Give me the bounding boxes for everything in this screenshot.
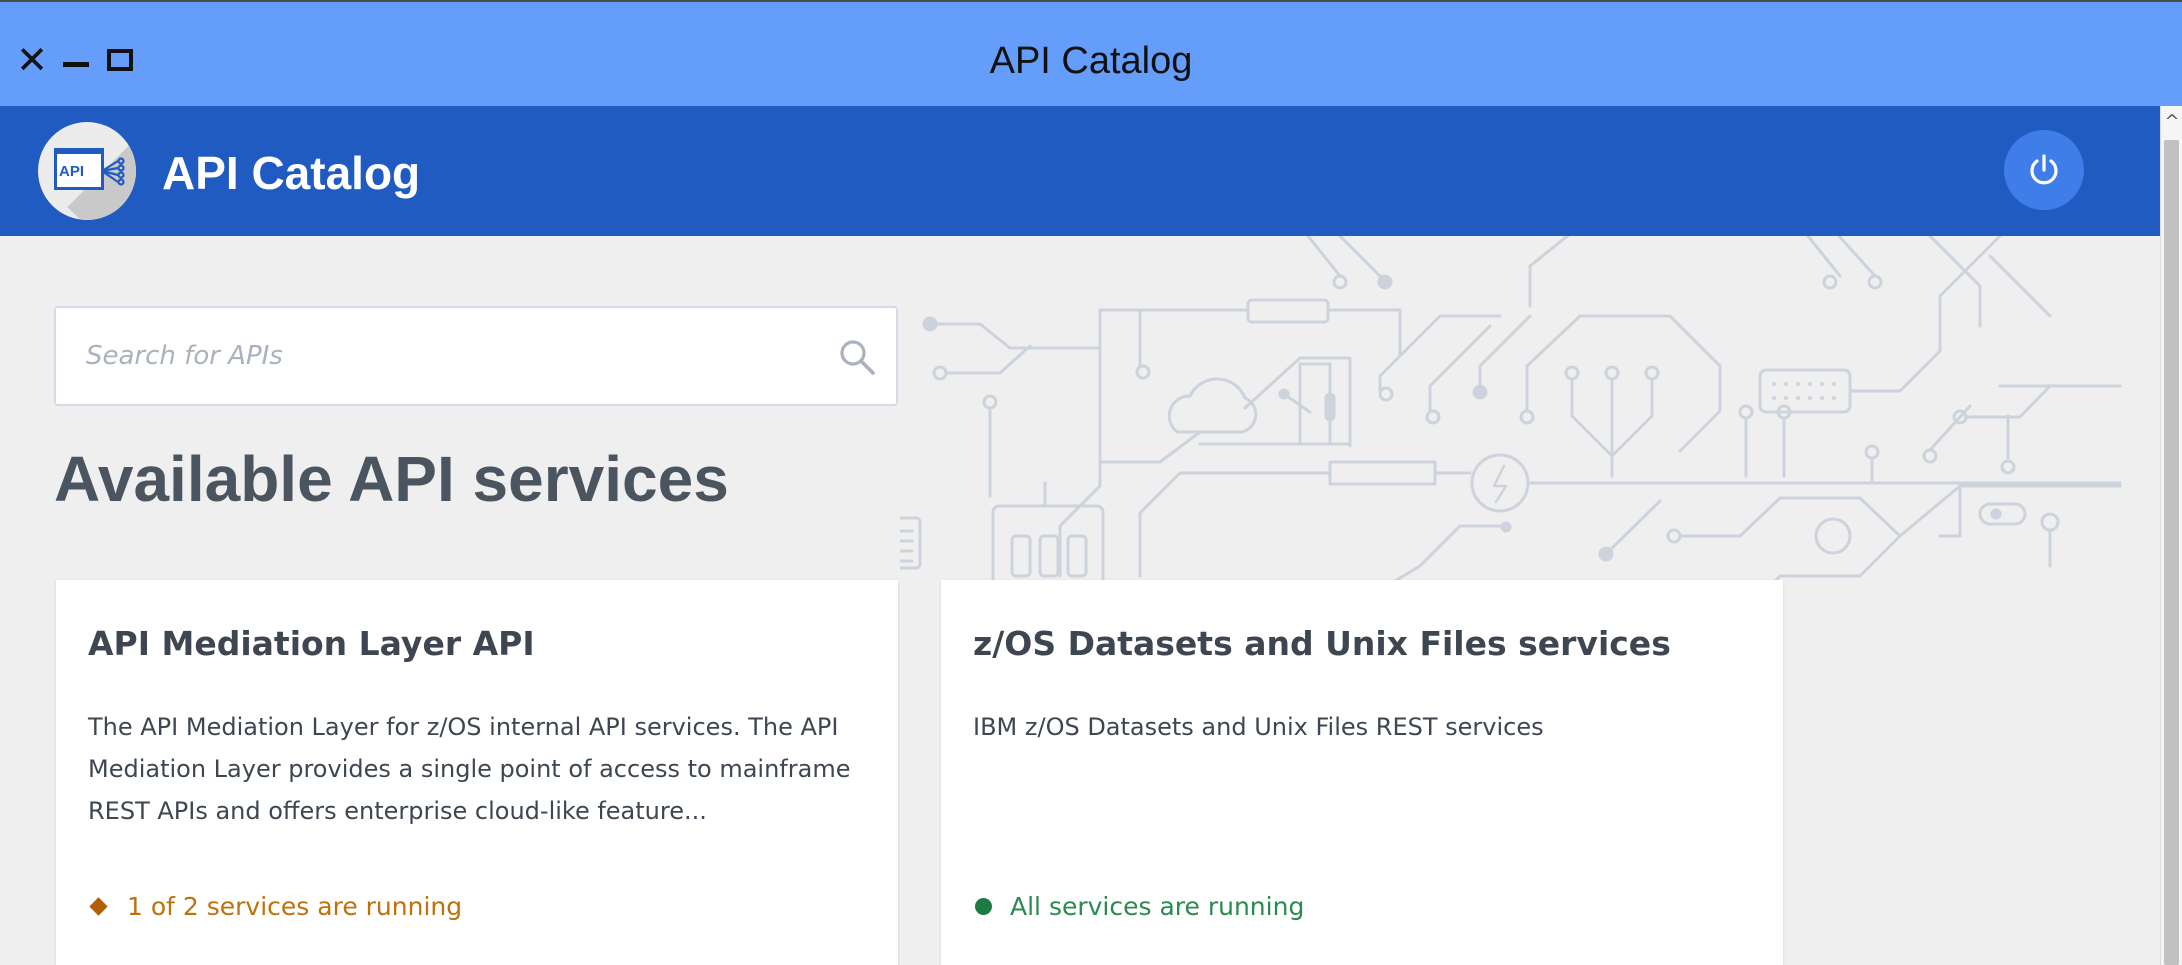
search-box[interactable] xyxy=(54,306,898,406)
logo-text: API xyxy=(59,163,85,180)
vertical-scrollbar[interactable]: ^ xyxy=(2160,106,2182,965)
app-title: API Catalog xyxy=(162,147,421,199)
page-title: Available API services xyxy=(54,443,729,515)
power-icon xyxy=(2030,154,2058,185)
search-icon[interactable] xyxy=(836,336,878,378)
logout-button[interactable] xyxy=(2004,130,2084,210)
success-dot-icon xyxy=(975,898,992,915)
scroll-thumb[interactable] xyxy=(2164,140,2179,965)
scroll-up-arrow-icon[interactable]: ^ xyxy=(2161,106,2182,136)
window-title: API Catalog xyxy=(989,40,1193,82)
logo-network-icon xyxy=(101,157,125,186)
window-titlebar: ✕ API Catalog xyxy=(0,0,2182,106)
card-description: IBM z/OS Datasets and Unix Files REST se… xyxy=(973,713,1544,741)
search-input[interactable] xyxy=(84,308,824,404)
card-status-text: 1 of 2 services are running xyxy=(127,892,463,921)
card-title: API Mediation Layer API xyxy=(88,624,535,663)
main-content: Available API services API Mediation Lay… xyxy=(0,236,2160,965)
service-card-zos-datasets[interactable]: z/OS Datasets and Unix Files services IB… xyxy=(941,580,1783,965)
card-status: 1 of 2 services are running xyxy=(88,892,462,921)
card-description: The API Mediation Layer for z/OS interna… xyxy=(88,713,851,825)
card-title: z/OS Datasets and Unix Files services xyxy=(973,624,1671,663)
api-catalog-logo[interactable]: API xyxy=(38,122,136,220)
service-card-api-mediation-layer[interactable]: API Mediation Layer API The API Mediatio… xyxy=(56,580,898,965)
card-status-text: All services are running xyxy=(1010,892,1305,921)
card-status: All services are running xyxy=(973,892,1304,921)
app-header: API API Catalog xyxy=(0,106,2160,236)
warning-diamond-icon xyxy=(89,897,108,916)
